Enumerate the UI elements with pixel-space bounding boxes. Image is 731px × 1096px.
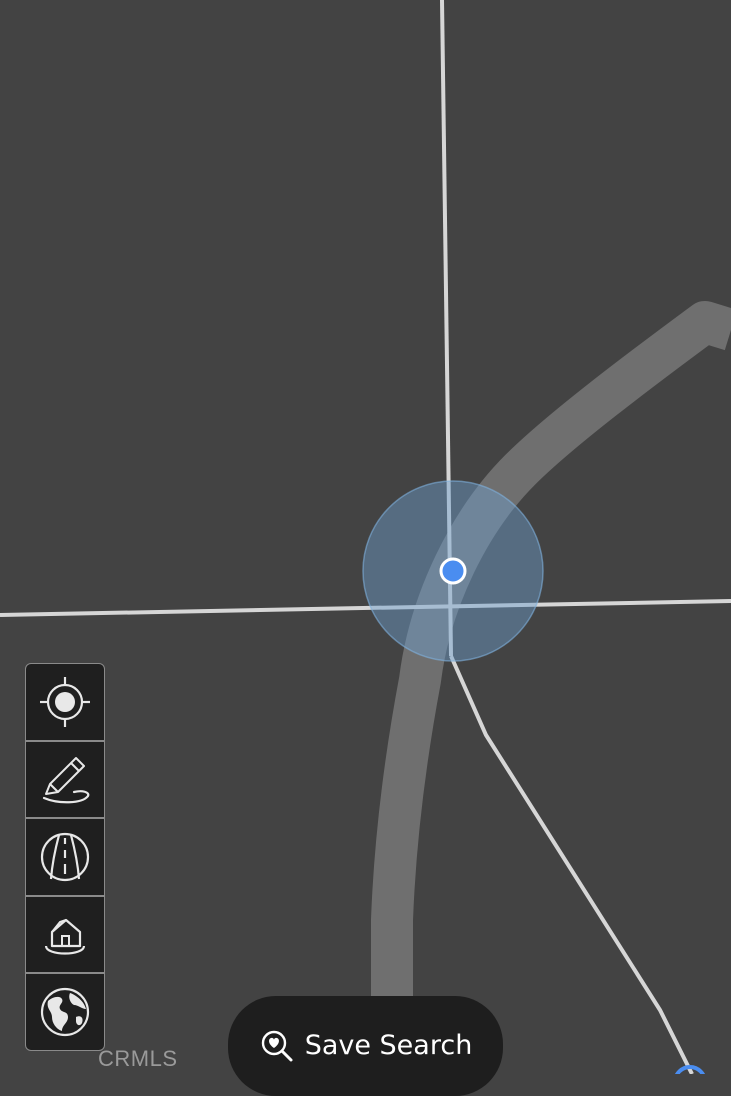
road-layer-button[interactable] <box>26 819 104 897</box>
current-location-button[interactable] <box>26 664 104 742</box>
locate-icon <box>40 676 90 727</box>
map-layer <box>0 0 731 1074</box>
house-icon <box>44 918 86 955</box>
globe-icon <box>40 988 90 1037</box>
satellite-view-button[interactable] <box>26 974 104 1050</box>
road-icon <box>40 832 90 882</box>
save-search-button[interactable]: Save Search <box>228 996 503 1096</box>
current-location-dot[interactable] <box>439 557 467 585</box>
property-layer-button[interactable] <box>26 897 104 975</box>
pencil-draw-icon <box>42 757 90 804</box>
map-canvas[interactable] <box>0 0 731 1074</box>
minor-road-horizontal <box>0 599 731 617</box>
draw-area-button[interactable] <box>26 742 104 820</box>
map-attribution: CRMLS <box>98 1046 178 1071</box>
heart-search-icon <box>259 1026 295 1064</box>
map-toolbar <box>25 663 105 1051</box>
save-search-label: Save Search <box>304 1030 473 1061</box>
